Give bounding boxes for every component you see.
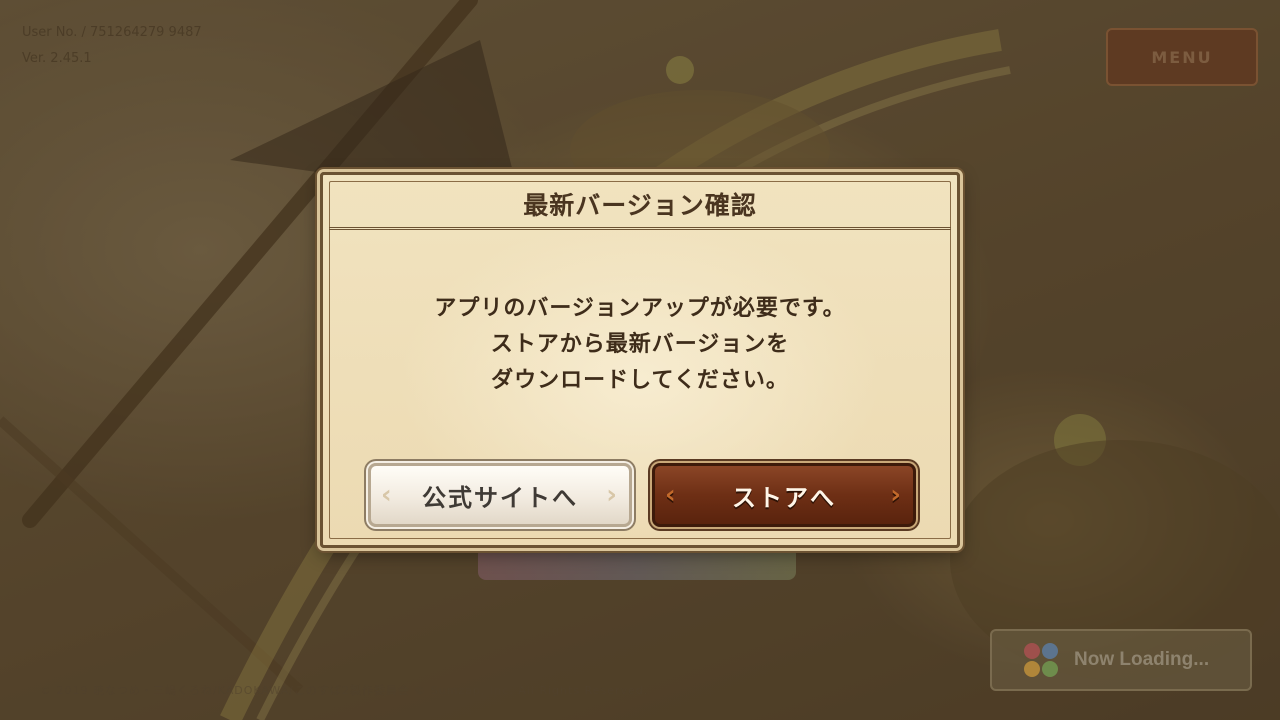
message-line: ストアから最新バージョンを <box>490 332 790 357</box>
loading-logo-icon <box>1024 643 1058 677</box>
loading-indicator: Now Loading... <box>990 629 1252 691</box>
dialog-title: 最新バージョン確認 <box>523 191 757 220</box>
store-button-label: ストアへ <box>732 483 836 512</box>
chevron-left-icon: ‹ <box>665 480 678 510</box>
official-site-button[interactable]: ‹ 公式サイトへ › <box>368 463 632 527</box>
game-title-logo <box>478 546 796 580</box>
user-id-text: User No. / 751264279 9487 <box>22 25 202 40</box>
menu-button[interactable]: MENU <box>1106 28 1258 86</box>
game-screen: User No. / 751264279 9487 Ver. 2.45.1 ME… <box>0 0 1280 720</box>
store-button[interactable]: ‹ ストアへ › <box>652 463 916 527</box>
loading-text: Now Loading... <box>1074 649 1210 670</box>
version-text: Ver. 2.45.1 <box>22 51 92 66</box>
user-info: User No. / 751264279 9487 Ver. 2.45.1 <box>22 20 202 72</box>
chevron-right-icon: › <box>890 480 903 510</box>
copyright-text: © 2019 暁なつめ・三嶋くろね/KADOKAWA/このすば2製作委員会 © … <box>40 684 649 697</box>
message-line: アプリのバージョンアップが必要です。 <box>434 296 846 321</box>
official-site-button-label: 公式サイトへ <box>422 483 578 512</box>
chevron-right-icon: › <box>606 480 619 510</box>
version-check-dialog: 最新バージョン確認 アプリのバージョンアップが必要です。 ストアから最新バージョ… <box>320 172 960 548</box>
chevron-left-icon: ‹ <box>381 480 394 510</box>
message-line: ダウンロードしてください。 <box>491 368 789 393</box>
dialog-header: 最新バージョン確認 <box>329 181 951 230</box>
dialog-message: アプリのバージョンアップが必要です。 ストアから最新バージョンを ダウンロードし… <box>353 291 927 399</box>
